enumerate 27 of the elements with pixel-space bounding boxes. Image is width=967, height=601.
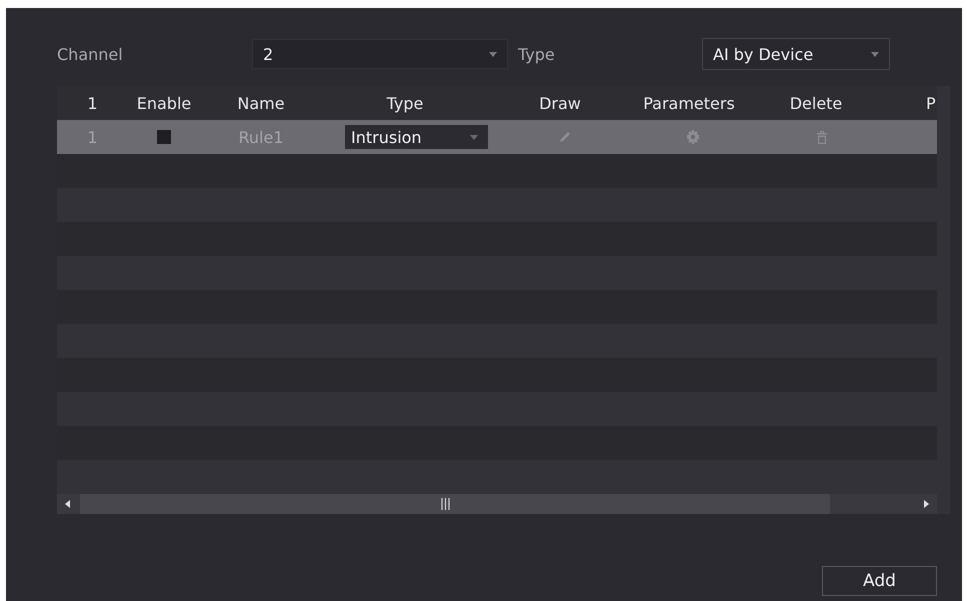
right-arrow-icon[interactable] (924, 500, 929, 508)
add-button[interactable]: Add (822, 566, 937, 596)
type-label: Type (518, 44, 555, 64)
grip-icon (440, 498, 450, 510)
table-cell-text: 1 (86, 128, 99, 146)
column-header: 1 (86, 94, 99, 112)
column-header: Enable (136, 94, 192, 112)
table-cell-text: Rule1 (237, 128, 284, 146)
type-dropdown[interactable]: AI by Device (702, 38, 890, 70)
table-row[interactable]: 1 Rule1 Intrusion (57, 120, 937, 154)
caret-icon (489, 52, 497, 56)
pencil-icon[interactable] (559, 131, 571, 143)
gear-icon[interactable] (686, 130, 700, 144)
left-arrow-icon[interactable] (65, 500, 70, 508)
column-header: Type (386, 94, 424, 112)
caret-icon (470, 134, 478, 140)
type-dropdown[interactable]: Intrusion (345, 125, 488, 149)
column-header: P (925, 94, 937, 112)
channel-dropdown[interactable]: 2 (252, 39, 508, 69)
enable-checkbox[interactable] (157, 130, 171, 144)
trash-icon[interactable] (817, 130, 827, 144)
column-header: Name (236, 94, 286, 112)
column-header: Parameters (642, 94, 736, 112)
channel-label: Channel (57, 44, 123, 64)
caret-icon (871, 52, 879, 56)
column-header: Delete (788, 94, 844, 112)
column-header: Draw (538, 94, 582, 112)
